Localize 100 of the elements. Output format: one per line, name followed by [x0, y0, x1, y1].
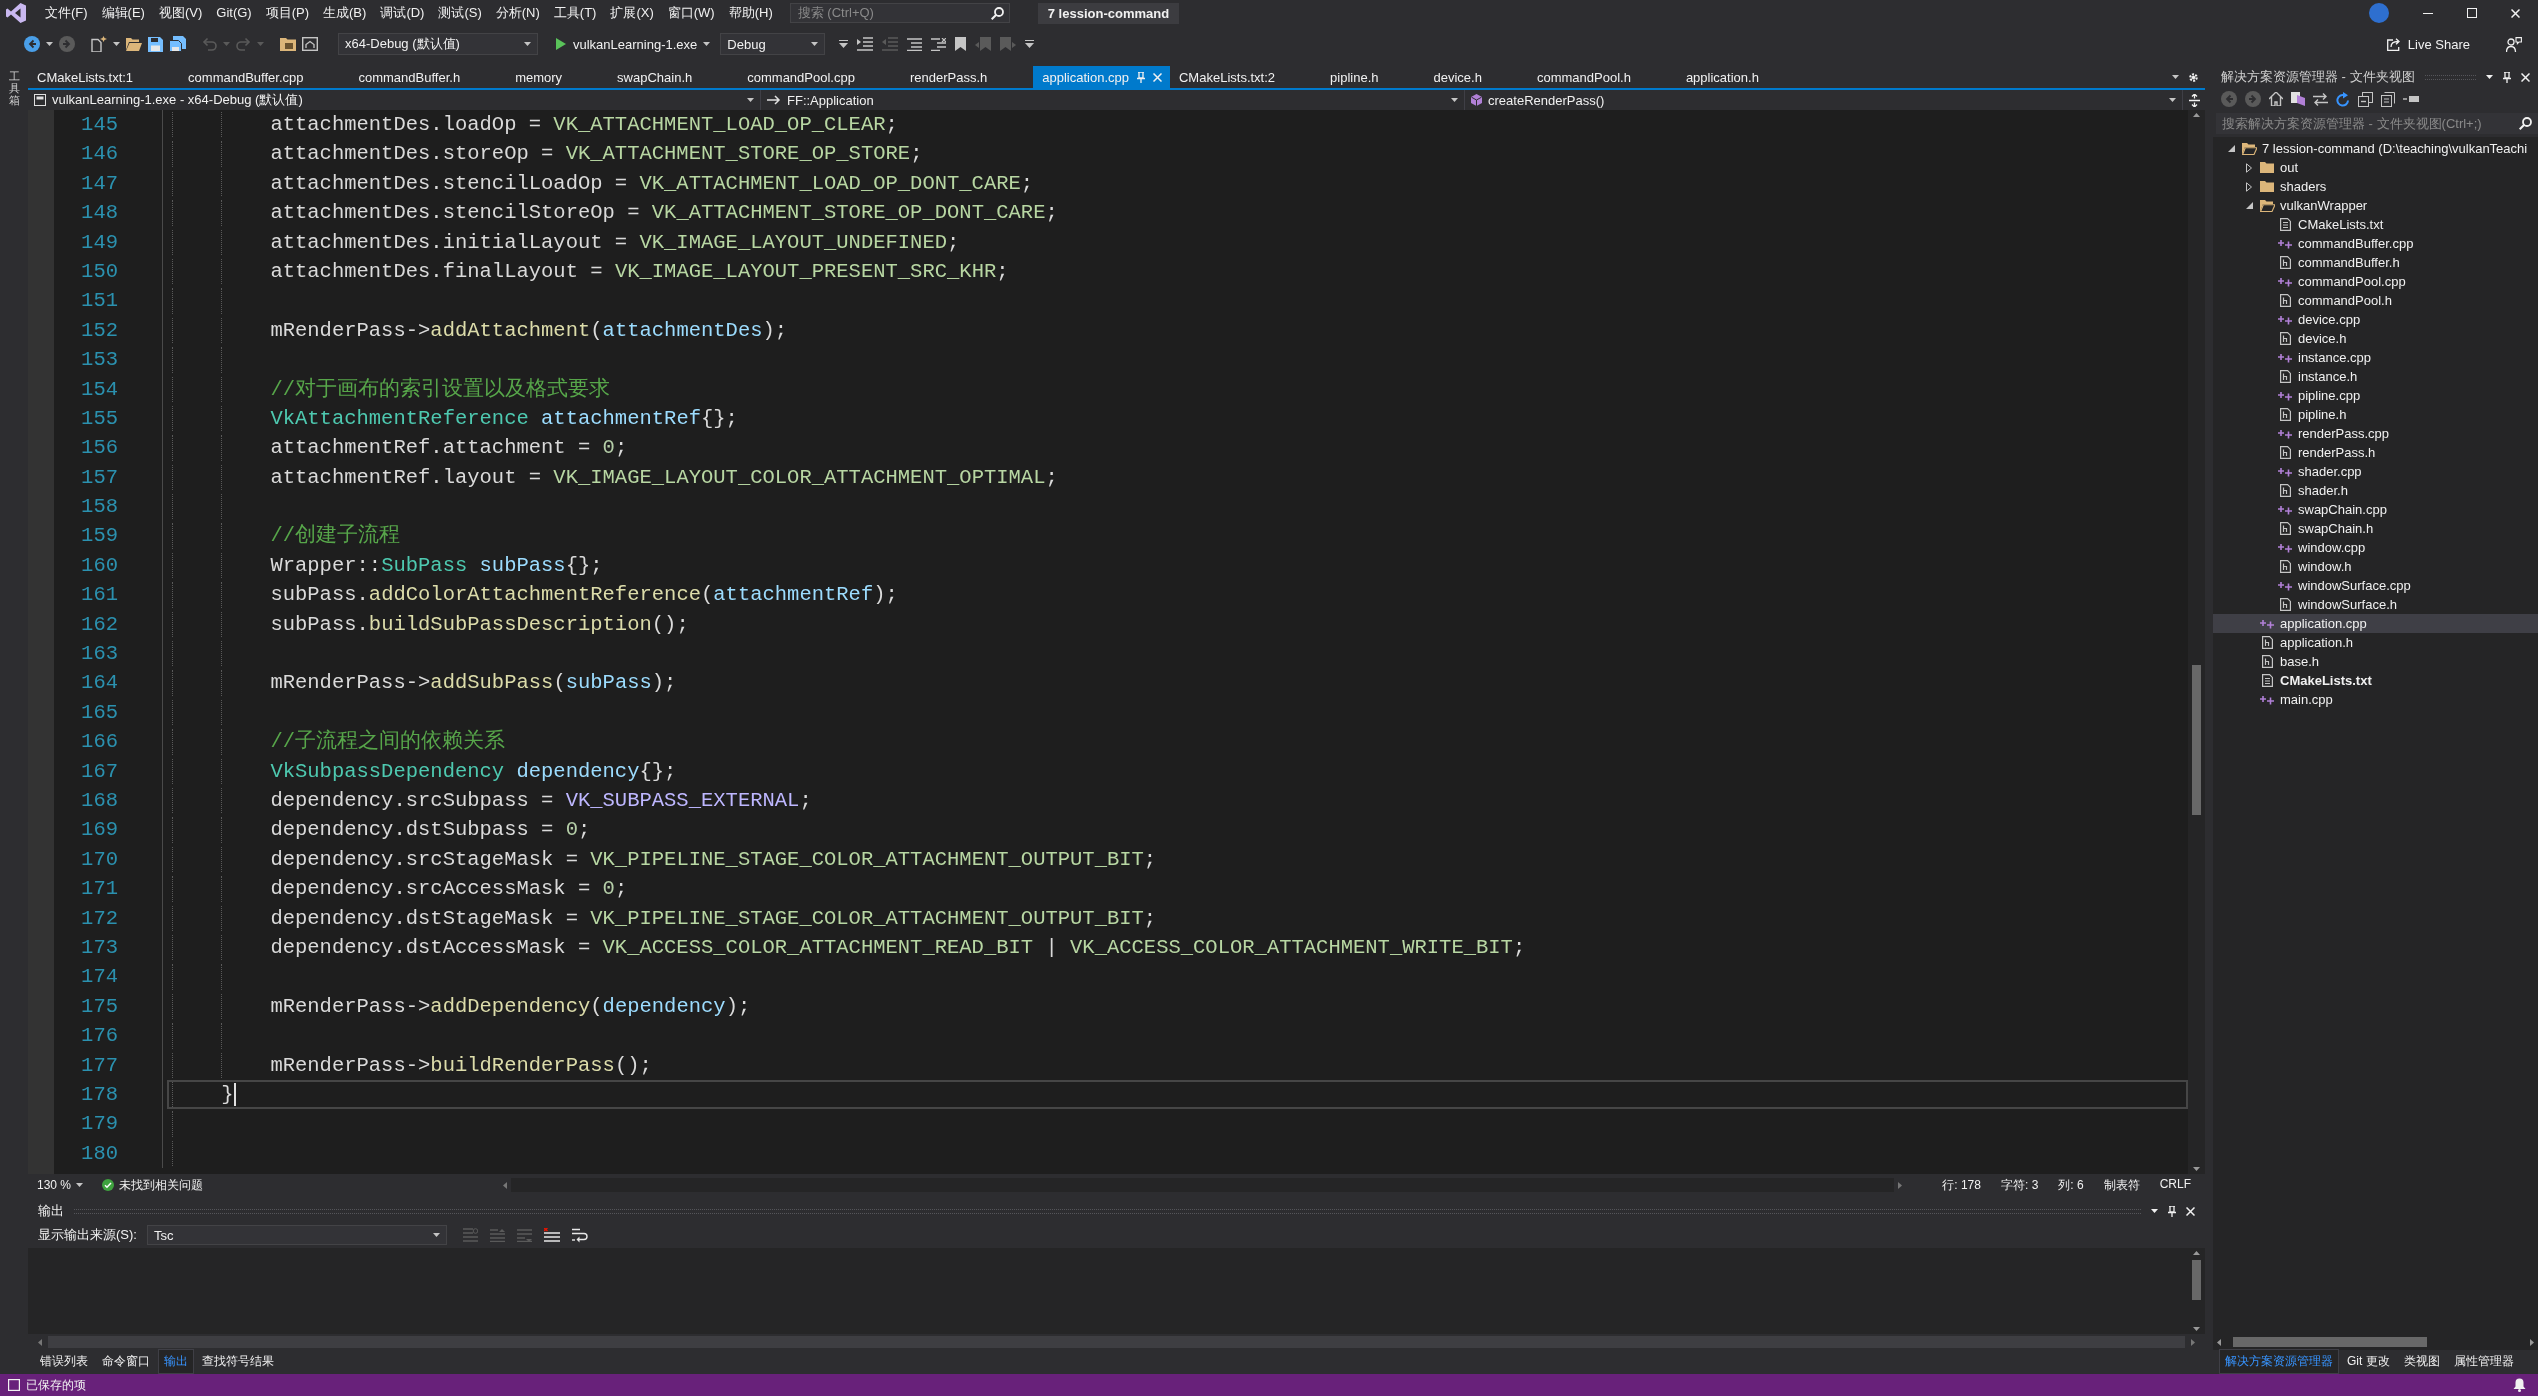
caret-icon[interactable] — [1451, 98, 1458, 102]
lines-icon[interactable] — [931, 37, 947, 51]
live-share-button[interactable]: Live Share — [2386, 36, 2470, 52]
character-indicator[interactable]: 字符: 3 — [2000, 1176, 2039, 1194]
menu-item[interactable]: 生成(B) — [316, 3, 374, 23]
scroll-left-icon[interactable] — [38, 1338, 42, 1346]
new-file-icon[interactable] — [91, 36, 107, 52]
menu-item[interactable]: 扩展(X) — [603, 3, 661, 23]
collapse-all-icon[interactable] — [2358, 91, 2373, 107]
refresh-icon[interactable] — [2336, 91, 2350, 107]
tree-item[interactable]: pipline.h — [2213, 405, 2538, 424]
bell-icon[interactable] — [2513, 1378, 2526, 1392]
scrollbar[interactable] — [2188, 110, 2205, 1174]
close-icon[interactable] — [2511, 8, 2520, 18]
tree-item[interactable]: 7 lession-command (D:\teaching\vulkanTeachi — [2213, 139, 2538, 158]
indent-icon[interactable] — [857, 37, 874, 51]
tree-item[interactable]: commandBuffer.cpp — [2213, 234, 2538, 253]
search-field[interactable]: 搜索解决方案资源管理器 - 文件夹视图(Ctrl+;) — [2216, 113, 2538, 134]
scroll-down-icon[interactable] — [2193, 1167, 2200, 1171]
indent-indicator[interactable]: 制表符 — [2103, 1176, 2140, 1194]
toolbox-tab[interactable]: 工具箱 — [8, 70, 20, 107]
tree-item[interactable]: CMakeLists.txt — [2213, 671, 2538, 690]
search-field[interactable]: 搜索 (Ctrl+Q) — [789, 3, 1010, 23]
scrollbar-thumb[interactable] — [2233, 1337, 2427, 1347]
caret-icon[interactable] — [76, 1183, 83, 1187]
scroll-up-icon[interactable] — [2193, 1251, 2200, 1255]
tree-item[interactable]: instance.h — [2213, 367, 2538, 386]
expander-icon[interactable] — [2246, 162, 2252, 173]
avatar[interactable] — [2369, 3, 2389, 23]
tree-item[interactable]: main.cpp — [2213, 690, 2538, 709]
caret-icon[interactable] — [2169, 98, 2176, 102]
scroll-up-icon[interactable] — [2193, 113, 2200, 117]
caret-icon[interactable] — [747, 98, 754, 102]
tree-item[interactable]: out — [2213, 158, 2538, 177]
editor-tab[interactable]: CMakeLists.txt:1 — [28, 66, 180, 88]
panel-tab[interactable]: Git 更改 — [2341, 1348, 2396, 1374]
expander-icon[interactable] — [2245, 202, 2253, 209]
caret-icon[interactable] — [524, 42, 531, 46]
editor-tab[interactable]: application.h — [1676, 66, 1805, 88]
column-indicator[interactable]: 列: 6 — [2058, 1176, 2084, 1194]
panel-tab[interactable]: 输出 — [158, 1348, 194, 1374]
tree-item[interactable]: commandPool.h — [2213, 291, 2538, 310]
menu-item[interactable]: Git(G) — [209, 3, 259, 23]
close-icon[interactable] — [2186, 1206, 2195, 1216]
caret-icon[interactable] — [113, 42, 120, 46]
save-icon[interactable] — [148, 36, 163, 52]
person-bubble-icon[interactable] — [2506, 36, 2522, 52]
tree-item[interactable]: instance.cpp — [2213, 348, 2538, 367]
editor-tab[interactable]: commandPool.cpp — [738, 66, 901, 88]
share-icon[interactable] — [2386, 37, 2402, 51]
scrollbar-thumb[interactable] — [2192, 665, 2201, 816]
overflow-caret-icon[interactable] — [1025, 40, 1035, 48]
tree-item[interactable]: renderPass.cpp — [2213, 424, 2538, 443]
editor-tab[interactable]: device.h — [1424, 66, 1528, 88]
run-button[interactable]: vulkanLearning-1.exe — [556, 36, 698, 52]
open-folder-icon[interactable] — [126, 37, 142, 51]
tree-item[interactable]: swapChain.h — [2213, 519, 2538, 538]
panel-tab[interactable]: 类视图 — [2397, 1348, 2446, 1374]
maximize-icon[interactable] — [2467, 8, 2477, 18]
tree-item[interactable]: application.h — [2213, 633, 2538, 652]
pages-icon[interactable] — [2381, 91, 2395, 107]
line-ending-indicator[interactable]: CRLF — [2159, 1176, 2191, 1194]
source-dropdown[interactable]: Tsc — [146, 1225, 447, 1245]
views-icon[interactable] — [2291, 92, 2305, 106]
scrollbar-thumb[interactable] — [2192, 1260, 2201, 1300]
caret-icon[interactable] — [432, 1233, 440, 1237]
scroll-right-icon[interactable] — [1898, 1181, 1903, 1189]
caret-icon[interactable] — [46, 42, 53, 46]
menu-item[interactable]: 分析(N) — [488, 3, 547, 23]
save-all-icon[interactable] — [169, 36, 186, 52]
folder-icon[interactable] — [280, 37, 296, 51]
tree-item[interactable]: device.cpp — [2213, 310, 2538, 329]
word-wrap-icon[interactable] — [571, 1227, 588, 1243]
dash-bar-icon[interactable] — [2403, 96, 2419, 102]
tree-item[interactable]: device.h — [2213, 329, 2538, 348]
panel-tab[interactable]: 命令窗口 — [96, 1348, 156, 1374]
play-icon[interactable] — [556, 38, 566, 50]
caret-icon[interactable] — [703, 42, 711, 46]
pin-icon[interactable] — [2168, 1205, 2176, 1217]
tree-item[interactable]: window.h — [2213, 557, 2538, 576]
tree-item[interactable]: shader.cpp — [2213, 462, 2538, 481]
back-icon[interactable] — [24, 36, 40, 52]
menu-item[interactable]: 窗口(W) — [660, 3, 722, 23]
panel-tab[interactable]: 属性管理器 — [2447, 1348, 2520, 1374]
search-icon[interactable] — [2519, 117, 2532, 130]
editor-tab[interactable]: commandPool.h — [1527, 66, 1677, 88]
menu-item[interactable]: 项目(P) — [258, 3, 317, 23]
menu-item[interactable]: 测试(S) — [431, 3, 489, 23]
menu-item[interactable]: 调试(D) — [373, 3, 432, 23]
menu-item[interactable]: 工具(T) — [546, 3, 604, 23]
minimize-icon[interactable] — [2423, 12, 2433, 14]
tree-item[interactable]: application.cpp — [2213, 614, 2538, 633]
menu-item[interactable]: 视图(V) — [151, 3, 210, 23]
tree-item[interactable]: swapChain.cpp — [2213, 500, 2538, 519]
tree-item[interactable]: commandBuffer.h — [2213, 253, 2538, 272]
editor-tab[interactable]: commandBuffer.cpp — [179, 66, 350, 88]
editor-tab[interactable]: CMakeLists.txt:2 — [1170, 66, 1322, 88]
menu-item[interactable]: 帮助(H) — [721, 3, 780, 23]
caret-icon[interactable] — [811, 42, 819, 46]
line-indicator[interactable]: 行: 178 — [1942, 1176, 1981, 1194]
